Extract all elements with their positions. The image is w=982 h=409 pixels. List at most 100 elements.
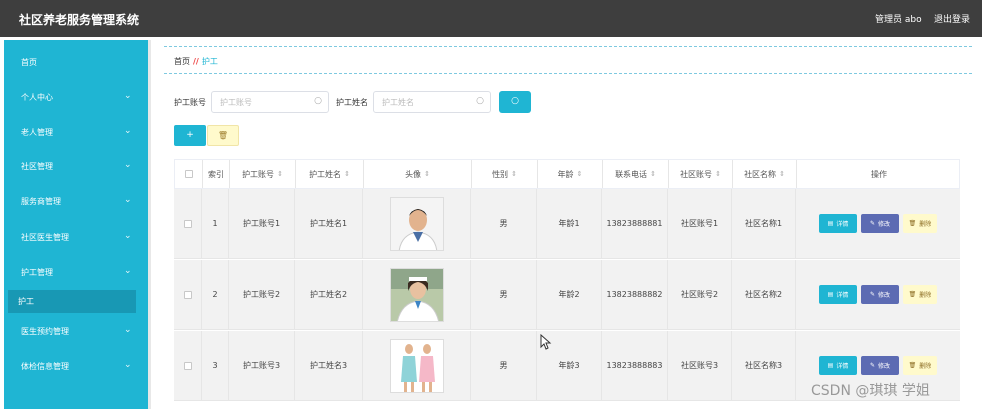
sort-icon: ⇕: [779, 170, 785, 178]
sidebar-item-label: 服务商管理: [21, 197, 61, 206]
cell-gender: 男: [471, 189, 537, 258]
table-row: 1 护工账号1 护工姓名1 男 年龄1 13823888881 社区账号1 社区…: [174, 189, 960, 259]
header-age[interactable]: 年龄 ⇕: [538, 160, 603, 188]
chevron-down-icon: ⌄: [124, 266, 132, 276]
header-phone[interactable]: 联系电话 ⇕: [603, 160, 669, 188]
cell-avatar: [363, 189, 471, 258]
delete-button[interactable]: 🗑 删除: [903, 214, 937, 233]
breadcrumb-home[interactable]: 首页: [174, 57, 190, 66]
header-name[interactable]: 护工姓名 ⇕: [296, 160, 364, 188]
sidebar-item-checkups[interactable]: 体检信息管理 ⌄: [4, 349, 148, 383]
cell-gender: 男: [471, 260, 537, 329]
header-gender[interactable]: 性别 ⇕: [472, 160, 538, 188]
search-button[interactable]: ○: [499, 91, 531, 113]
document-icon: ▤: [827, 220, 834, 227]
breadcrumb-top-border: [164, 46, 972, 47]
sidebar-item-label: 社区管理: [21, 162, 53, 171]
cell-name: 护工姓名1: [295, 189, 363, 258]
account-filter-label: 护工账号: [174, 98, 206, 107]
breadcrumb: 首页//护工: [174, 56, 218, 67]
sidebar-item-label: 个人中心: [21, 93, 53, 102]
cell-operations: ▤ 详情 ✎ 修改 🗑 删除: [796, 189, 960, 258]
cell-phone: 13823888883: [602, 331, 668, 400]
sidebar-item-providers[interactable]: 服务商管理 ⌄: [4, 184, 148, 218]
cell-name: 护工姓名3: [295, 331, 363, 400]
select-all-checkbox[interactable]: [184, 170, 193, 178]
row-checkbox[interactable]: [183, 361, 192, 370]
sidebar-item-label: 社区医生管理: [21, 233, 69, 242]
sidebar-item-caregivers[interactable]: 护工管理 ⌄: [4, 255, 148, 289]
row-checkbox[interactable]: [183, 290, 192, 299]
pencil-icon: ✎: [869, 220, 875, 227]
avatar: [389, 338, 444, 393]
app-title: 社区养老服务管理系统: [19, 13, 140, 27]
sidebar-item-community[interactable]: 社区管理 ⌄: [4, 149, 148, 183]
cell-gender: 男: [471, 331, 537, 400]
sidebar-subitem-label: 护工: [18, 297, 34, 306]
account-search-input[interactable]: [220, 92, 310, 112]
column-label: 社区账号: [680, 169, 713, 179]
header-community-account[interactable]: 社区账号 ⇕: [669, 160, 733, 188]
row-select: [174, 331, 202, 400]
header-community-name[interactable]: 社区名称 ⇕: [733, 160, 797, 188]
column-label: 性别: [492, 169, 509, 179]
sidebar-item-label: 老人管理: [21, 128, 53, 137]
trash-icon: 🗑: [908, 291, 917, 298]
column-label: 联系电话: [615, 169, 648, 179]
sidebar-divider: [148, 40, 151, 409]
sort-icon: ⇕: [650, 170, 656, 178]
cell-phone: 13823888882: [602, 260, 668, 329]
chevron-down-icon: ⌄: [124, 91, 132, 101]
sidebar-item-label: 护工管理: [21, 268, 53, 277]
batch-delete-button[interactable]: 🗑: [207, 125, 239, 146]
row-select: [174, 260, 202, 329]
header-avatar[interactable]: 头像 ⇕: [364, 160, 472, 188]
sidebar-subitem-caregiver-active[interactable]: 护工: [8, 290, 136, 313]
logout-link[interactable]: 退出登录: [934, 12, 970, 25]
breadcrumb-current: 护工: [201, 57, 218, 66]
sidebar-item-label: 首页: [21, 58, 37, 67]
breadcrumb-separator: //: [193, 57, 199, 66]
sidebar-item-appointments[interactable]: 医生预约管理 ⌄: [4, 314, 148, 348]
row-checkbox[interactable]: [183, 219, 192, 228]
detail-button[interactable]: ▤ 详情: [819, 214, 857, 233]
cell-community-name: 社区名称1: [732, 189, 796, 258]
trash-icon: 🗑: [908, 220, 917, 227]
search-icon: ○: [314, 96, 322, 106]
sidebar-item-home[interactable]: 首页: [4, 45, 148, 79]
sidebar-item-doctors[interactable]: 社区医生管理 ⌄: [4, 220, 148, 254]
name-filter-field: ○: [373, 91, 491, 113]
sidebar-item-label: 医生预约管理: [21, 327, 69, 336]
detail-button[interactable]: ▤ 详情: [819, 285, 857, 304]
delete-button[interactable]: 🗑 删除: [903, 356, 937, 375]
top-bar: 社区养老服务管理系统 管理员 abo 退出登录: [0, 0, 982, 37]
header-account[interactable]: 护工账号 ⇕: [230, 160, 296, 188]
column-label: 操作: [871, 169, 887, 179]
cell-operations: ▤ 详情 ✎ 修改 🗑 删除: [796, 260, 960, 329]
sidebar-item-profile[interactable]: 个人中心 ⌄: [4, 80, 148, 114]
delete-label: 删除: [919, 363, 932, 370]
edit-button[interactable]: ✎ 修改: [861, 214, 899, 233]
trash-icon: 🗑: [217, 131, 229, 140]
cell-index: 2: [202, 260, 229, 329]
column-label: 护工账号: [242, 169, 275, 179]
search-icon: ○: [511, 96, 519, 106]
name-search-input[interactable]: [382, 92, 472, 112]
edit-button[interactable]: ✎ 修改: [861, 356, 899, 375]
cell-account: 护工账号3: [229, 331, 295, 400]
delete-button[interactable]: 🗑 删除: [903, 285, 937, 304]
breadcrumb-bottom-border: [164, 73, 972, 74]
header-operations: 操作: [797, 160, 961, 188]
edit-button[interactable]: ✎ 修改: [861, 285, 899, 304]
trash-icon: 🗑: [908, 362, 917, 369]
sidebar-item-elderly[interactable]: 老人管理 ⌄: [4, 115, 148, 149]
header-index: 索引: [203, 160, 230, 188]
add-button[interactable]: +: [174, 125, 206, 146]
watermark: CSDN @琪琪 学姐: [811, 383, 930, 399]
cell-account: 护工账号1: [229, 189, 295, 258]
cell-community-name: 社区名称2: [732, 260, 796, 329]
sort-icon: ⇕: [511, 170, 517, 178]
column-label: 头像: [405, 169, 422, 179]
detail-button[interactable]: ▤ 详情: [819, 356, 857, 375]
sort-icon: ⇕: [715, 170, 721, 178]
